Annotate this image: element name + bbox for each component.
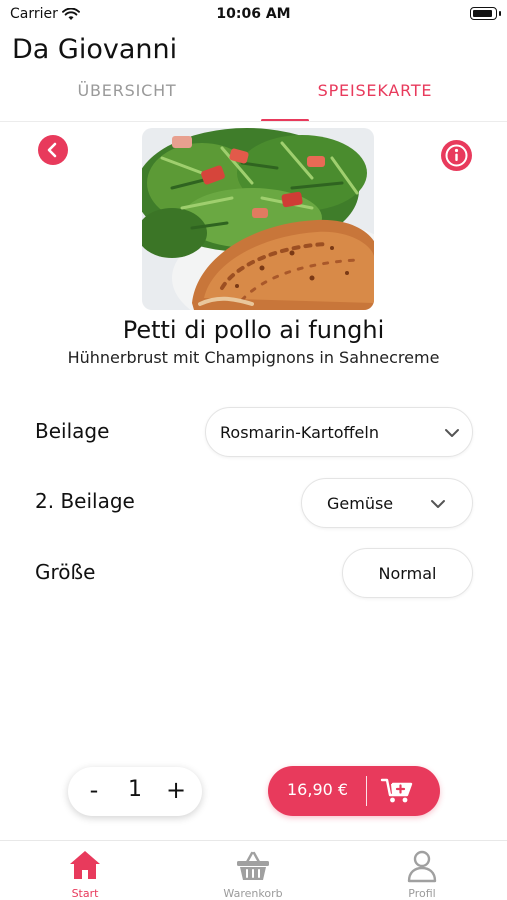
add-to-cart-button[interactable]: 16,90 € bbox=[268, 766, 440, 816]
info-button[interactable] bbox=[441, 140, 472, 171]
second-side-dish-value: Gemüse bbox=[327, 494, 394, 513]
tab-bar: ÜBERSICHT SPEISEKARTE bbox=[0, 76, 507, 122]
quantity-stepper: - 1 + bbox=[68, 767, 202, 816]
chevron-down-icon bbox=[445, 429, 459, 437]
option-label-size: Größe bbox=[35, 560, 96, 584]
option-label-second-side-dish: 2. Beilage bbox=[35, 489, 135, 513]
back-button[interactable] bbox=[38, 135, 68, 165]
nav-start[interactable]: Start bbox=[30, 841, 140, 900]
chevron-down-icon bbox=[431, 500, 445, 508]
chevron-left-icon bbox=[47, 142, 57, 158]
basket-icon bbox=[237, 851, 269, 880]
tab-menu[interactable]: SPEISEKARTE bbox=[248, 76, 502, 122]
battery-icon bbox=[470, 7, 501, 20]
second-side-dish-dropdown[interactable]: Gemüse bbox=[301, 478, 473, 528]
user-icon bbox=[407, 850, 437, 883]
tab-overview[interactable]: ÜBERSICHT bbox=[0, 76, 254, 122]
nav-profile-label: Profil bbox=[408, 887, 436, 900]
restaurant-name: Da Giovanni bbox=[12, 34, 178, 65]
option-label-side-dish: Beilage bbox=[35, 419, 110, 443]
button-divider bbox=[366, 776, 367, 806]
dish-image bbox=[142, 128, 374, 310]
bottom-nav: Start Warenkorb Profil bbox=[0, 840, 507, 900]
clock: 10:06 AM bbox=[216, 6, 291, 22]
size-value: Normal bbox=[378, 564, 437, 583]
increment-button[interactable]: + bbox=[166, 776, 186, 804]
nav-cart-label: Warenkorb bbox=[223, 887, 283, 900]
status-bar: Carrier 10:06 AM bbox=[0, 0, 507, 30]
info-icon bbox=[445, 144, 468, 167]
size-selector[interactable]: Normal bbox=[342, 548, 473, 598]
nav-cart[interactable]: Warenkorb bbox=[198, 841, 308, 900]
divider bbox=[0, 121, 507, 122]
dish-subtitle: Hühnerbrust mit Champignons in Sahnecrem… bbox=[67, 348, 440, 367]
quantity-value: 1 bbox=[128, 777, 142, 802]
price-label: 16,90 € bbox=[287, 780, 349, 799]
cart-add-icon bbox=[380, 778, 413, 803]
home-icon bbox=[70, 851, 100, 879]
nav-profile[interactable]: Profil bbox=[367, 841, 477, 900]
dish-title: Petti di pollo ai funghi bbox=[122, 316, 385, 344]
side-dish-value: Rosmarin-Kartoffeln bbox=[220, 423, 379, 442]
side-dish-dropdown[interactable]: Rosmarin-Kartoffeln bbox=[205, 407, 473, 457]
nav-start-label: Start bbox=[71, 887, 99, 900]
decrement-button[interactable]: - bbox=[84, 776, 104, 804]
